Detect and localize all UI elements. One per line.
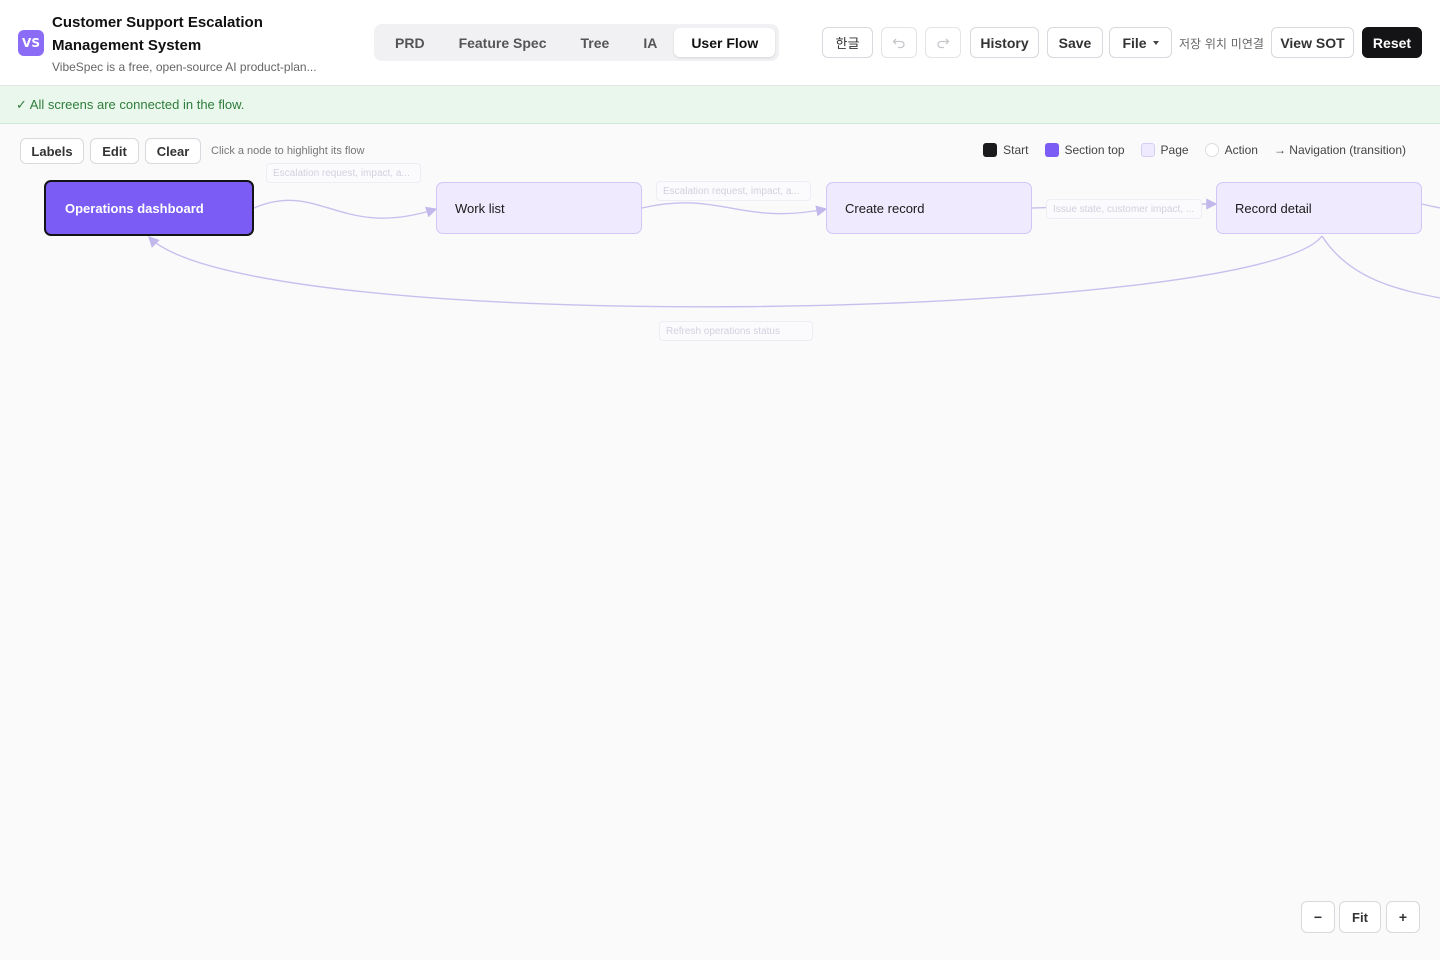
tab-prd[interactable]: PRD [378, 28, 442, 57]
labels-toggle-button[interactable]: Labels [20, 138, 84, 164]
project-subtitle: VibeSpec is a free, open-source AI produ… [52, 60, 317, 74]
edge-label: Issue state, customer impact, ... [1046, 199, 1202, 219]
legend-start: Start [983, 143, 1029, 157]
legend-page-label: Page [1160, 143, 1189, 157]
zoom-out-button[interactable]: − [1301, 901, 1335, 933]
app-logo: VS [18, 30, 44, 56]
legend-start-label: Start [1003, 143, 1029, 157]
legend-navigation: → Navigation (transition) [1274, 143, 1406, 157]
edge-detail-outgoing-top [1421, 203, 1440, 209]
legend-action-label: Action [1224, 143, 1258, 157]
history-button[interactable]: History [970, 27, 1039, 58]
flow-node-work-list[interactable]: Work list [436, 182, 642, 234]
flow-node-record-detail[interactable]: Record detail [1216, 182, 1422, 234]
edge-label: Refresh operations status [659, 321, 813, 341]
start-swatch [983, 143, 998, 157]
view-sot-button[interactable]: View SOT [1271, 27, 1354, 58]
section-top-swatch [1044, 143, 1059, 157]
chevron-down-icon [1152, 40, 1159, 45]
legend-section-top-label: Section top [1064, 143, 1125, 157]
canvas-hint: Click a node to highlight its flow [211, 145, 365, 157]
undo-icon [892, 38, 905, 48]
redo-icon [937, 38, 950, 48]
legend-navigation-label: → Navigation (transition) [1273, 143, 1406, 157]
tab-ia[interactable]: IA [626, 28, 674, 57]
edge-label: Escalation request, impact, a... [266, 163, 421, 183]
save-location-status: 저장 위치 미연결 [1179, 37, 1264, 51]
edge-detail-to-dashboard [148, 235, 1323, 308]
edge-detail-outgoing-right [1321, 235, 1440, 299]
reset-button[interactable]: Reset [1362, 27, 1422, 58]
zoom-in-button[interactable]: + [1386, 901, 1420, 933]
tab-user-flow[interactable]: User Flow [674, 28, 776, 57]
view-tabs: PRD Feature Spec Tree IA User Flow [374, 24, 780, 61]
page-swatch [1140, 143, 1155, 157]
flow-status-banner: ✓ All screens are connected in the flow. [0, 86, 1440, 124]
fit-view-button[interactable]: Fit [1339, 901, 1381, 933]
flow-legend: Start Section top Page Action → Navigati… [983, 143, 1406, 157]
flow-node-create-record[interactable]: Create record [826, 182, 1032, 234]
action-swatch [1204, 143, 1219, 157]
app-header: VS Customer Support Escalation Managemen… [0, 0, 1440, 86]
redo-button[interactable] [925, 27, 961, 58]
language-toggle-button[interactable]: 한글 [822, 27, 873, 58]
tab-feature-spec[interactable]: Feature Spec [442, 28, 564, 57]
edge-dashboard-to-worklist [253, 199, 438, 219]
save-button[interactable]: Save [1047, 27, 1103, 58]
edge-worklist-to-create [641, 202, 828, 217]
file-menu-label: File [1122, 34, 1147, 51]
undo-button[interactable] [881, 27, 917, 58]
legend-section-top: Section top [1044, 143, 1125, 157]
edge-label: Escalation request, impact, a... [656, 181, 811, 201]
flow-node-operations-dashboard[interactable]: Operations dashboard [44, 180, 254, 236]
file-menu-button[interactable]: File [1109, 27, 1172, 58]
legend-action: Action [1204, 143, 1258, 157]
edit-button[interactable]: Edit [90, 138, 139, 164]
tab-tree[interactable]: Tree [564, 28, 627, 57]
project-title: Customer Support Escalation Management S… [52, 14, 263, 54]
legend-page: Page [1140, 143, 1189, 157]
clear-button[interactable]: Clear [145, 138, 201, 164]
